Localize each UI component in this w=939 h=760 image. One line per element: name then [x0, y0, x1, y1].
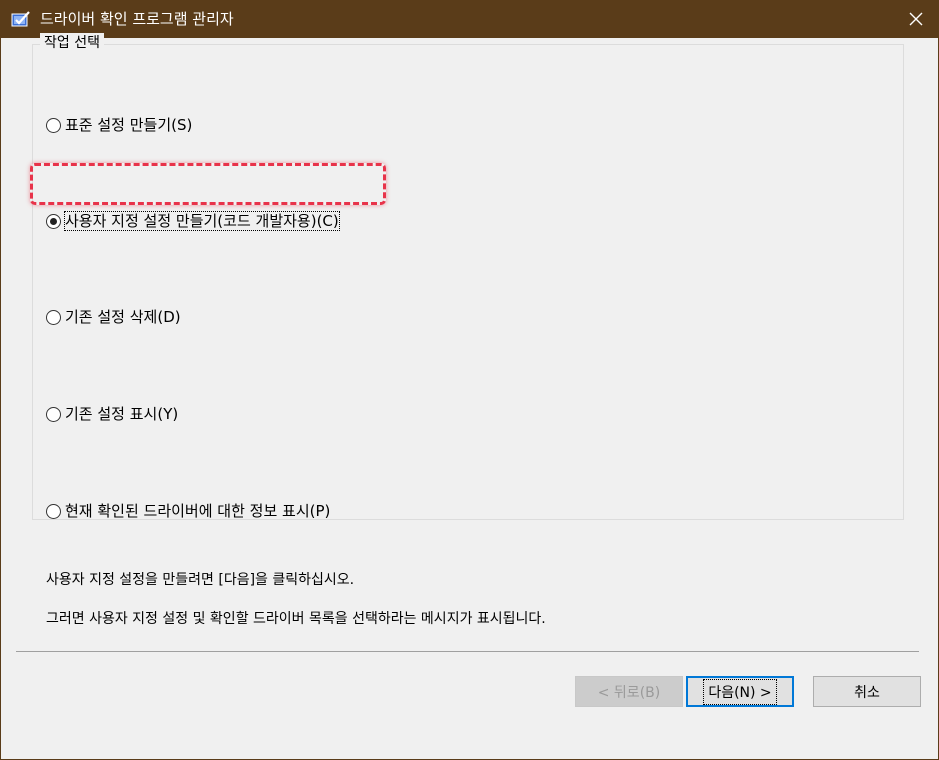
radio-label-wrapper: 사용자 지정 설정 만들기(코드 개발자용)(C): [64, 211, 340, 231]
next-button-label: 다음(N) >: [703, 678, 777, 705]
radio-circle: [46, 309, 61, 325]
info-text-1: 사용자 지정 설정을 만들려면 [다음]을 클릭하십시오.: [46, 572, 355, 588]
radio-display-driver-info[interactable]: 현재 확인된 드라이버에 대한 정보 표시(P): [46, 501, 330, 521]
separator: [16, 651, 919, 652]
window-title: 드라이버 확인 프로그램 관리자: [40, 10, 234, 28]
radio-label: 기존 설정 표시(Y): [65, 405, 179, 423]
title-bar: 드라이버 확인 프로그램 관리자: [0, 0, 939, 38]
radio-delete-settings[interactable]: 기존 설정 삭제(D): [46, 307, 181, 327]
group-legend: 작업 선택: [40, 33, 104, 53]
next-button[interactable]: 다음(N) >: [686, 676, 794, 707]
back-button[interactable]: < 뒤로(B): [575, 676, 683, 707]
radio-label: 표준 설정 만들기(S): [65, 116, 193, 134]
radio-label: 사용자 지정 설정 만들기(코드 개발자용)(C): [64, 211, 340, 231]
back-button-label: < 뒤로(B): [597, 684, 661, 701]
radio-label: 현재 확인된 드라이버에 대한 정보 표시(P): [65, 502, 331, 520]
cancel-button[interactable]: 취소: [813, 676, 921, 707]
radio-display-settings[interactable]: 기존 설정 표시(Y): [46, 404, 178, 424]
radio-circle: [46, 503, 61, 519]
close-button[interactable]: [893, 0, 939, 38]
radio-circle: [46, 117, 61, 133]
radio-label: 기존 설정 삭제(D): [65, 308, 181, 326]
info-text-2: 그러면 사용자 지정 설정 및 확인할 드라이버 목록을 선택하라는 메시지가 …: [46, 611, 546, 627]
radio-circle: [46, 406, 61, 422]
close-icon: [909, 12, 923, 26]
cancel-button-label: 취소: [854, 684, 880, 701]
driver-verifier-icon: [10, 9, 32, 29]
radio-standard-settings[interactable]: 표준 설정 만들기(S): [46, 115, 192, 135]
radio-circle-checked: [46, 213, 61, 229]
radio-custom-settings[interactable]: 사용자 지정 설정 만들기(코드 개발자용)(C): [46, 211, 340, 231]
